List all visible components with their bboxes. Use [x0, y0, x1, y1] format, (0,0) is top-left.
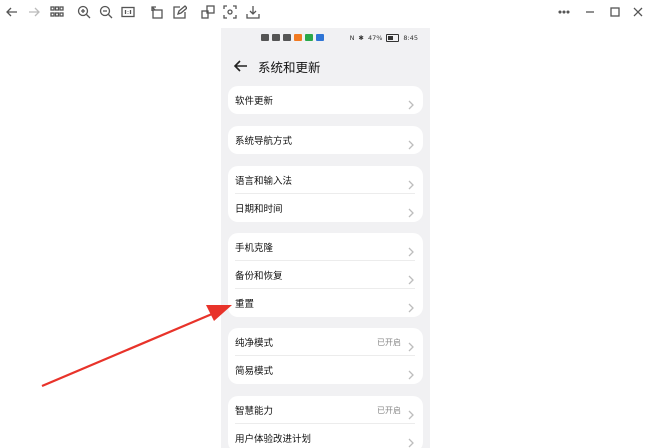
row-label: 智慧能力	[235, 406, 274, 417]
settings-row-phone-clone[interactable]: 手机克隆	[228, 233, 423, 261]
status-icons-right: N ✱ 47% 8:45	[350, 34, 418, 42]
row-status-value: 已开启	[377, 337, 401, 347]
app-notification-icon-3	[316, 34, 324, 41]
zoom-in-icon[interactable]	[74, 2, 94, 22]
row-label: 系统导航方式	[235, 136, 293, 147]
row-label: 用户体验改进计划	[235, 434, 312, 445]
minimize-icon[interactable]	[580, 2, 600, 22]
chevron-right-icon	[407, 135, 415, 150]
annotation-arrow-shaft	[41, 312, 213, 388]
chevron-right-icon	[407, 203, 415, 218]
chevron-right-icon	[407, 95, 415, 110]
app-notification-icon	[294, 34, 302, 41]
edit-icon[interactable]	[170, 2, 190, 22]
chevron-right-icon	[407, 242, 415, 257]
row-label: 语言和输入法	[235, 176, 293, 187]
forward-icon[interactable]	[24, 2, 44, 22]
settings-row-software-update[interactable]: 软件更新	[228, 86, 423, 114]
row-label: 备份和恢复	[235, 271, 283, 282]
row-status-value: 已开启	[377, 405, 401, 415]
settings-group-6: 智慧能力 已开启 用户体验改进计划	[228, 396, 423, 448]
settings-row-pure-mode[interactable]: 纯净模式 已开启	[228, 328, 423, 356]
settings-row-backup-restore[interactable]: 备份和恢复	[228, 261, 423, 289]
settings-group-4: 手机克隆 备份和恢复 重置	[228, 233, 423, 317]
back-icon[interactable]	[2, 2, 22, 22]
settings-group-3: 语言和输入法 日期和时间	[228, 166, 423, 222]
chevron-right-icon	[407, 175, 415, 190]
viewer-toolbar	[0, 0, 650, 24]
settings-row-language[interactable]: 语言和输入法	[228, 166, 423, 194]
settings-row-simple-mode[interactable]: 简易模式	[228, 356, 423, 384]
status-icons-left	[261, 34, 324, 41]
chevron-right-icon	[407, 365, 415, 380]
crop-icon[interactable]	[220, 2, 240, 22]
settings-group-5: 纯净模式 已开启 简易模式	[228, 328, 423, 384]
bluetooth-icon: ✱	[358, 34, 364, 42]
chevron-right-icon	[407, 433, 415, 448]
wifi-icon	[283, 34, 291, 41]
clock: 8:45	[403, 34, 418, 42]
battery-percent: 47%	[367, 34, 383, 42]
settings-group-1: 软件更新	[228, 86, 423, 114]
row-label: 日期和时间	[235, 204, 283, 215]
chevron-right-icon	[407, 298, 415, 313]
signal-icon-2	[272, 34, 280, 41]
battery-icon	[386, 34, 400, 42]
settings-row-reset[interactable]: 重置	[228, 289, 423, 317]
signal-icon	[261, 34, 269, 41]
row-label: 简易模式	[235, 366, 274, 377]
chevron-right-icon	[407, 405, 415, 420]
close-icon[interactable]	[628, 2, 648, 22]
app-notification-icon-2	[305, 34, 313, 41]
grid-icon[interactable]	[47, 2, 67, 22]
settings-row-navigation[interactable]: 系统导航方式	[228, 126, 423, 154]
settings-group-2: 系统导航方式	[228, 126, 423, 154]
rotate-icon[interactable]	[147, 2, 167, 22]
split-view-icon[interactable]	[198, 2, 218, 22]
more-icon[interactable]	[554, 2, 574, 22]
settings-row-smart-ability[interactable]: 智慧能力 已开启	[228, 396, 423, 424]
settings-row-date-time[interactable]: 日期和时间	[228, 194, 423, 222]
chevron-right-icon	[407, 270, 415, 285]
nfc-icon: N	[349, 34, 355, 42]
row-label: 软件更新	[235, 96, 274, 107]
zoom-out-icon[interactable]	[96, 2, 116, 22]
actual-size-icon[interactable]	[118, 2, 138, 22]
back-arrow-icon[interactable]	[233, 58, 249, 74]
maximize-icon[interactable]	[605, 2, 625, 22]
download-icon[interactable]	[243, 2, 263, 22]
status-bar: N ✱ 47% 8:45	[221, 28, 430, 50]
chevron-right-icon	[407, 337, 415, 352]
row-label: 手机克隆	[235, 243, 274, 254]
row-label: 重置	[235, 299, 255, 310]
settings-row-user-experience[interactable]: 用户体验改进计划	[228, 424, 423, 448]
phone-screenshot: N ✱ 47% 8:45 系统和更新 软件更新 系统导航方式 语言和输入法 日期…	[221, 28, 430, 448]
row-label: 纯净模式	[235, 338, 274, 349]
page-title: 系统和更新	[258, 60, 321, 75]
page-header: 系统和更新	[221, 56, 430, 78]
